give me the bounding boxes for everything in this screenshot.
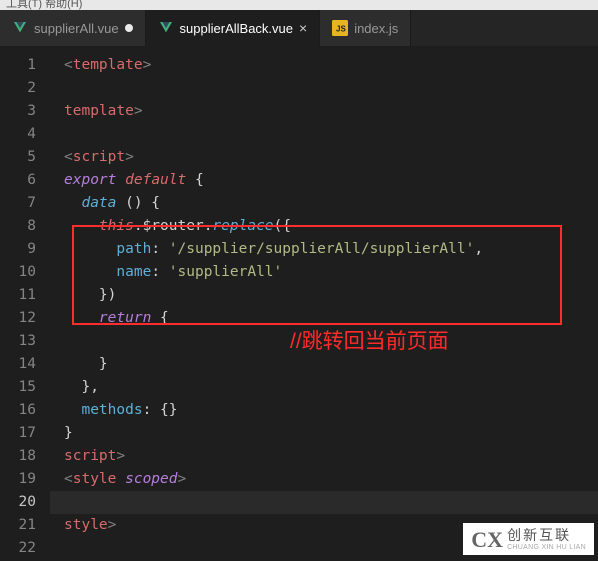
svg-text:JS: JS (336, 24, 346, 33)
watermark-en: CHUANG XIN HU LIAN (507, 544, 586, 551)
watermark-cn: 创新互联 (507, 530, 586, 544)
watermark: CX 创新互联 CHUANG XIN HU LIAN (463, 523, 594, 555)
tab-bar: supplierAll.vue supplierAllBack.vue × JS… (0, 10, 598, 46)
code-editor[interactable]: 12345678910111213141516171819202122 <tem… (0, 46, 598, 561)
tab-label: supplierAll.vue (34, 21, 119, 36)
vue-icon (12, 20, 28, 36)
tab-label: index.js (354, 21, 398, 36)
menu-bar[interactable]: 工具(T) 帮助(H) (0, 0, 598, 10)
dirty-dot-icon (125, 24, 133, 32)
menu-text: 工具(T) 帮助(H) (6, 0, 82, 10)
js-icon: JS (332, 20, 348, 36)
tab-supplierall[interactable]: supplierAll.vue (0, 10, 146, 46)
tab-supplierallback[interactable]: supplierAllBack.vue × (146, 10, 321, 46)
close-icon[interactable]: × (299, 20, 307, 36)
vue-icon (158, 20, 174, 36)
tab-label: supplierAllBack.vue (180, 21, 293, 36)
annotation-text: //跳转回当前页面 (290, 325, 449, 355)
line-number-gutter: 12345678910111213141516171819202122 (0, 46, 50, 561)
code-area[interactable]: <template>template><script>export defaul… (50, 46, 598, 561)
watermark-logo: CX (471, 529, 503, 551)
tab-indexjs[interactable]: JS index.js (320, 10, 411, 46)
